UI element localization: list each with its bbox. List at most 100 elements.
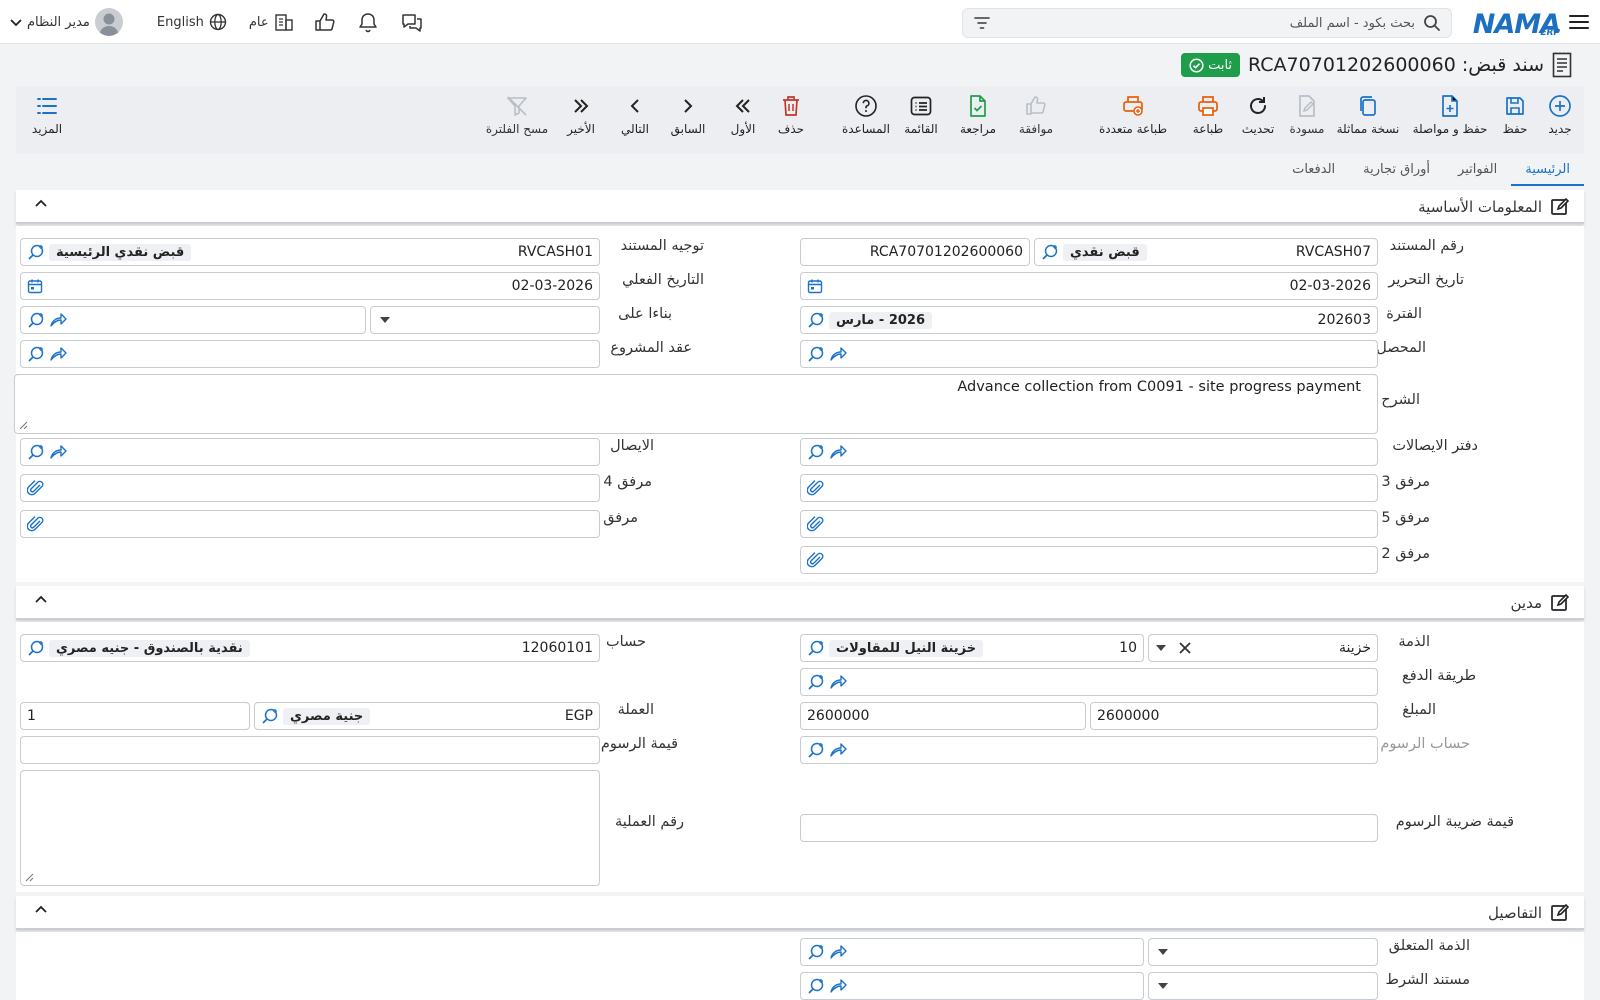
tab-payments[interactable]: الدفعات — [1278, 158, 1349, 186]
partial-type-dropdown[interactable] — [1148, 972, 1378, 1000]
share-icon[interactable] — [829, 674, 847, 690]
attachment5-field[interactable] — [800, 510, 1378, 538]
search-icon[interactable] — [1423, 14, 1441, 32]
share-icon[interactable] — [829, 944, 847, 960]
paperclip-icon[interactable] — [807, 551, 825, 569]
previous-button[interactable]: السابق — [668, 94, 708, 136]
share-icon[interactable] — [829, 978, 847, 994]
partial-field[interactable] — [800, 972, 1144, 1000]
more-button[interactable]: المزيد — [30, 94, 64, 136]
new-button[interactable]: جديد — [1536, 94, 1584, 136]
resize-grip-icon[interactable] — [18, 420, 28, 430]
search-plus-icon[interactable] — [807, 311, 825, 329]
search-input[interactable] — [999, 15, 1415, 31]
first-button[interactable]: الأول — [726, 94, 760, 136]
tab-main[interactable]: الرئيسية — [1511, 158, 1584, 186]
description-field[interactable]: Advance collection from C0091 - site pro… — [14, 374, 1378, 434]
duplicate-button[interactable]: نسخة مماثلة — [1332, 94, 1404, 136]
related-type-dropdown[interactable] — [1148, 938, 1378, 966]
tab-invoices[interactable]: الفواتير — [1444, 158, 1511, 186]
search-plus-icon[interactable] — [27, 243, 45, 261]
search-plus-icon[interactable] — [27, 443, 45, 461]
caret-down-icon[interactable] — [1155, 644, 1167, 652]
project-contract-field[interactable] — [20, 340, 600, 368]
logo[interactable]: NAMA ERP — [1473, 2, 1561, 46]
filter-icon[interactable] — [973, 15, 991, 31]
share-icon[interactable] — [49, 444, 67, 460]
menu-icon[interactable] — [1568, 0, 1590, 44]
receipt-book-field[interactable] — [800, 438, 1378, 466]
share-icon[interactable] — [49, 312, 67, 328]
resize-grip-icon[interactable] — [24, 872, 34, 882]
based-on-dropdown[interactable] — [370, 306, 600, 334]
search-plus-icon[interactable] — [807, 639, 825, 657]
account-field[interactable]: 12060101 نقدية بالصندوق - جنيه مصري — [20, 634, 600, 662]
doc-number-code-field[interactable]: RVCASH07 قبض نقدي — [1034, 238, 1378, 266]
chat-icon[interactable] — [400, 12, 424, 33]
search-plus-icon[interactable] — [807, 943, 825, 961]
search-plus-icon[interactable] — [261, 707, 279, 725]
search-plus-icon[interactable] — [807, 741, 825, 759]
last-button[interactable]: الأخير — [564, 94, 598, 136]
collapse-icon[interactable] — [34, 198, 48, 208]
actual-date-field[interactable]: 02-03-2026 — [20, 272, 600, 300]
issue-date-field[interactable]: 02-03-2026 — [800, 272, 1378, 300]
save-button[interactable]: حفظ — [1494, 94, 1536, 136]
search-plus-icon[interactable] — [1041, 243, 1059, 261]
attachment2-field[interactable] — [800, 546, 1378, 574]
receipt-field[interactable] — [20, 438, 600, 466]
fees-tax-field[interactable] — [800, 814, 1378, 842]
based-on-field[interactable] — [20, 306, 366, 334]
branch-switch[interactable]: عام — [249, 13, 294, 31]
multi-print-button[interactable]: طباعة متعددة — [1092, 94, 1174, 136]
collapse-icon[interactable] — [34, 594, 48, 604]
save-continue-button[interactable]: حفظ و مواصلة — [1406, 94, 1494, 136]
search-plus-icon[interactable] — [807, 673, 825, 691]
next-button[interactable]: التالي — [618, 94, 652, 136]
share-icon[interactable] — [829, 742, 847, 758]
paperclip-icon[interactable] — [807, 515, 825, 533]
draft-button[interactable]: مسودة — [1286, 94, 1328, 136]
calendar-icon[interactable] — [807, 278, 823, 294]
doc-direction-field[interactable]: RVCASH01 قبض نقدي الرئيسية — [20, 238, 600, 266]
bell-icon[interactable] — [358, 12, 378, 33]
user-menu[interactable]: مدير النظام — [10, 8, 123, 36]
exchange-rate-field[interactable]: 1 — [20, 702, 250, 730]
thumbs-up-icon[interactable] — [314, 12, 336, 32]
close-icon[interactable] — [1179, 642, 1191, 654]
subsidiary-type-field[interactable]: خزينة — [1148, 634, 1378, 662]
related-subsidiary-field[interactable] — [800, 938, 1144, 966]
refresh-button[interactable]: تحديث — [1238, 94, 1278, 136]
paperclip-icon[interactable] — [27, 515, 45, 533]
search-plus-icon[interactable] — [807, 345, 825, 363]
currency-field[interactable]: EGP جنية مصري — [254, 702, 600, 730]
search-plus-icon[interactable] — [807, 443, 825, 461]
search-plus-icon[interactable] — [27, 639, 45, 657]
delete-button[interactable]: حذف — [774, 94, 808, 136]
search-plus-icon[interactable] — [807, 977, 825, 995]
list-button[interactable]: القائمة — [902, 94, 940, 136]
clear-filter-button[interactable]: مسح الفلترة — [484, 94, 550, 136]
payment-method-field[interactable] — [800, 668, 1378, 696]
search-plus-icon[interactable] — [27, 311, 45, 329]
fees-account-field[interactable] — [800, 736, 1378, 764]
paperclip-icon[interactable] — [807, 479, 825, 497]
fees-value-field[interactable] — [20, 736, 600, 764]
share-icon[interactable] — [829, 346, 847, 362]
collapse-icon[interactable] — [34, 904, 48, 914]
approve-button[interactable]: موافقة — [1014, 94, 1058, 136]
paperclip-icon[interactable] — [27, 479, 45, 497]
share-icon[interactable] — [49, 346, 67, 362]
tab-commercial-papers[interactable]: أوراق تجارية — [1349, 158, 1444, 186]
period-field[interactable]: 202603 2026 - مارس — [800, 306, 1378, 334]
language-switch[interactable]: English — [157, 13, 227, 31]
share-icon[interactable] — [829, 444, 847, 460]
amount-local-field[interactable]: 2600000 — [800, 702, 1086, 730]
search-plus-icon[interactable] — [27, 345, 45, 363]
print-button[interactable]: طباعة — [1188, 94, 1228, 136]
collector-field[interactable] — [800, 340, 1378, 368]
amount-field[interactable]: 2600000 — [1090, 702, 1378, 730]
doc-number-field[interactable]: RCA70701202600060 — [800, 238, 1030, 266]
help-button[interactable]: المساعدة — [840, 94, 892, 136]
operation-no-field[interactable] — [20, 770, 600, 886]
